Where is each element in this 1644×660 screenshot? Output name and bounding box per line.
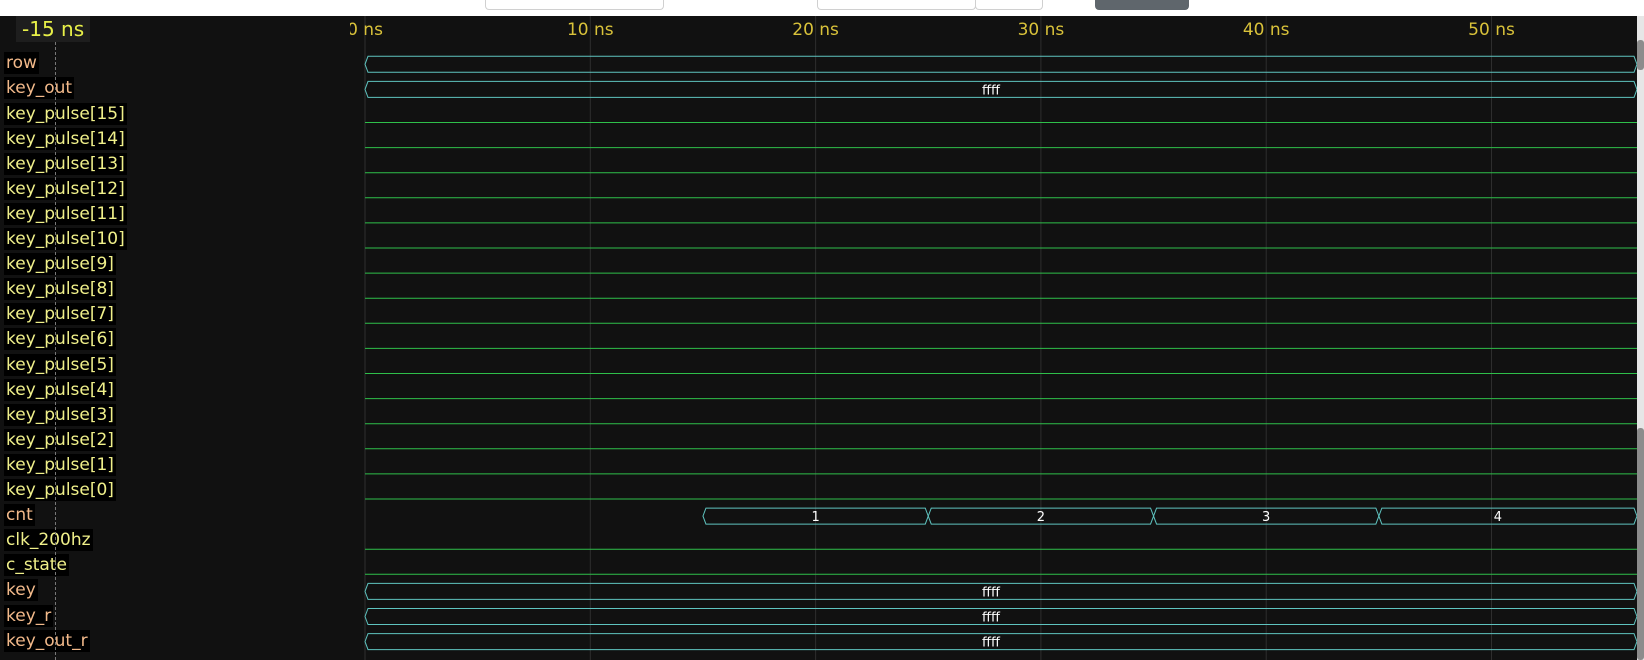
bus-waveform-segment[interactable] bbox=[364, 80, 1637, 98]
timeline-tick-label: 0 ns bbox=[350, 20, 383, 40]
timeline-tick-label: 30 ns bbox=[1018, 20, 1065, 40]
cursor-time-label: -15 ns bbox=[16, 16, 91, 42]
bus-waveform-segment[interactable] bbox=[364, 582, 1637, 600]
signal-name[interactable]: key_pulse[13] bbox=[4, 152, 127, 175]
signal-name[interactable]: key_pulse[3] bbox=[4, 403, 116, 426]
toolbar-button-partial[interactable] bbox=[975, 0, 1043, 10]
vertical-scrollbar[interactable] bbox=[1637, 16, 1644, 660]
signal-name[interactable]: key_pulse[6] bbox=[4, 328, 116, 351]
signal-name[interactable]: key_pulse[15] bbox=[4, 102, 127, 125]
time-cursor-line[interactable] bbox=[55, 42, 56, 660]
bus-value-label: 4 bbox=[1494, 510, 1502, 525]
signal-name[interactable]: key_pulse[10] bbox=[4, 228, 127, 250]
signal-name[interactable]: key_pulse[0] bbox=[4, 479, 116, 501]
bus-waveform-segment[interactable] bbox=[1378, 507, 1637, 525]
signal-name[interactable]: key_pulse[4] bbox=[4, 378, 116, 401]
bus-value-label: ffff bbox=[982, 585, 1001, 600]
bus-value-label: ffff bbox=[982, 611, 1001, 626]
top-toolbar-strip bbox=[0, 0, 1644, 16]
timeline-tick-label: 20 ns bbox=[792, 20, 839, 40]
signal-name[interactable]: clk_200hz bbox=[4, 529, 93, 552]
timeline-tick-label: 10 ns bbox=[567, 20, 614, 40]
bus-value-label: ffff bbox=[982, 83, 1001, 98]
signal-name[interactable]: key_r bbox=[4, 604, 54, 627]
scrollbar-thumb[interactable] bbox=[1637, 40, 1644, 70]
waveform-canvas[interactable]: 0 ns 10 ns 20 ns 30 ns 40 ns 50 ns ffff 1 2 3 4 fff… bbox=[350, 16, 1637, 660]
signal-name[interactable]: key_out_r bbox=[4, 629, 90, 652]
signal-name[interactable]: key_pulse[11] bbox=[4, 202, 127, 225]
signal-name[interactable]: c_state bbox=[4, 554, 69, 577]
timeline-tick-label: 40 ns bbox=[1243, 20, 1290, 40]
bus-waveform-segment[interactable] bbox=[364, 608, 1637, 625]
bus-value-label: 2 bbox=[1037, 510, 1045, 525]
signal-name[interactable]: key_out bbox=[4, 77, 75, 100]
waveform-panel[interactable]: 0 ns 10 ns 20 ns 30 ns 40 ns 50 ns ffff 1 2 3 4 fff… bbox=[350, 16, 1637, 660]
signal-name[interactable]: key_pulse[2] bbox=[4, 428, 116, 451]
waveform-viewer: row key_out key_pulse[15] key_pulse[14] key_… bbox=[0, 16, 1644, 660]
bus-value-label: ffff bbox=[982, 636, 1001, 651]
toolbar-button-partial[interactable] bbox=[817, 0, 976, 10]
toolbar-button-partial[interactable] bbox=[485, 0, 664, 10]
signal-name[interactable]: key_pulse[7] bbox=[4, 303, 116, 326]
signal-name[interactable]: key bbox=[4, 579, 38, 602]
signal-name-panel: row key_out key_pulse[15] key_pulse[14] key_… bbox=[0, 16, 350, 660]
signal-name[interactable]: row bbox=[4, 52, 39, 75]
signal-name[interactable]: key_pulse[5] bbox=[4, 353, 116, 376]
toolbar-button-active[interactable] bbox=[1095, 0, 1189, 10]
signal-name[interactable]: key_pulse[8] bbox=[4, 278, 116, 301]
signal-name[interactable]: cnt bbox=[4, 504, 35, 527]
timeline-tick-label: 50 ns bbox=[1468, 20, 1515, 40]
bus-value-label: 1 bbox=[811, 510, 819, 525]
signal-name[interactable]: key_pulse[9] bbox=[4, 253, 116, 276]
scrollbar-thumb-lower[interactable] bbox=[1637, 428, 1644, 660]
signal-name[interactable]: key_pulse[14] bbox=[4, 127, 127, 150]
signal-name[interactable]: key_pulse[12] bbox=[4, 177, 127, 200]
bus-value-label: 3 bbox=[1262, 510, 1270, 525]
bus-waveform-segment[interactable] bbox=[364, 633, 1637, 651]
bus-waveform-segment[interactable] bbox=[364, 55, 1637, 73]
signal-name[interactable]: key_pulse[1] bbox=[4, 453, 116, 476]
